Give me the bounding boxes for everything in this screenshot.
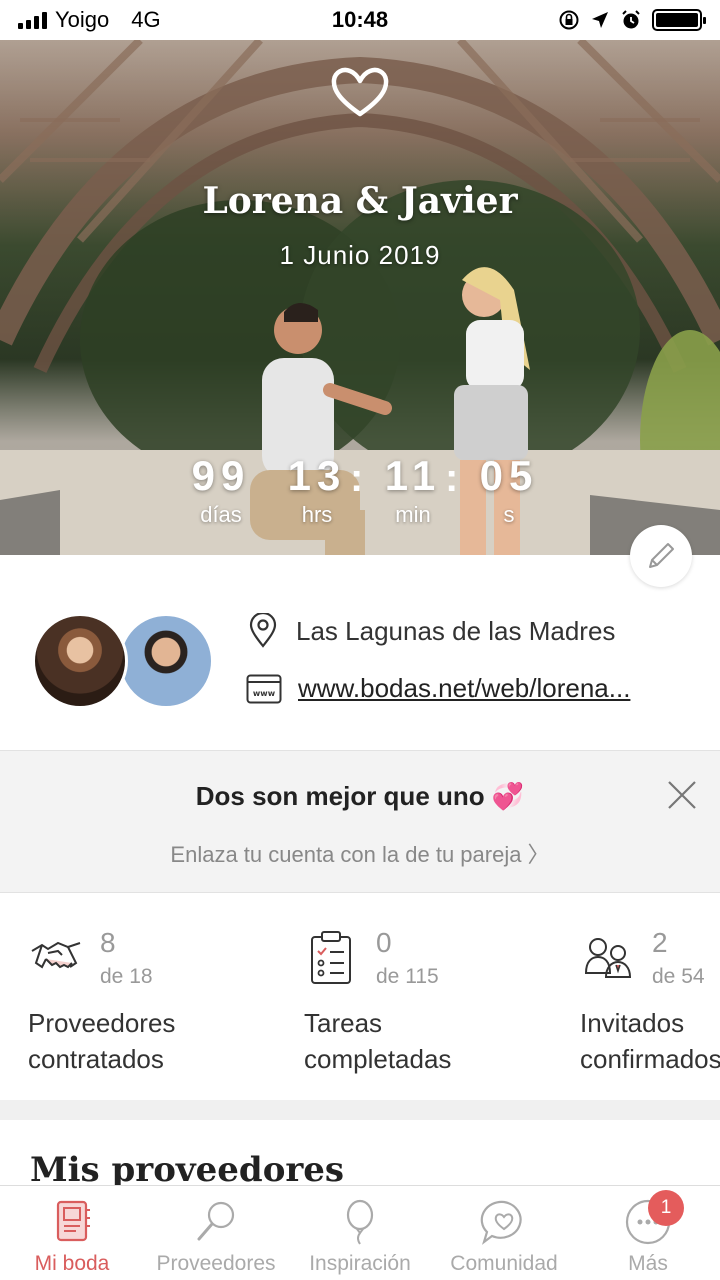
stat-label-line: contratados <box>28 1044 164 1074</box>
search-icon <box>197 1201 235 1241</box>
stat-label-line: confirmados <box>580 1044 720 1074</box>
tab-label: Proveedores <box>156 1252 276 1275</box>
balloon-icon <box>346 1199 374 1245</box>
chat-heart-icon <box>480 1200 522 1245</box>
tab-label: Inspiración <box>309 1252 411 1275</box>
countdown-hours: 13 hrs <box>276 452 358 528</box>
stat-label-line: Proveedores <box>28 1008 176 1038</box>
close-icon[interactable] <box>666 779 698 811</box>
countdown-hours-label: hrs <box>301 502 333 527</box>
tab-inspiracion[interactable]: Inspiración <box>288 1186 432 1280</box>
status-right <box>442 9 706 31</box>
carrier-name: Yoigo <box>55 7 110 32</box>
notification-badge: 1 <box>648 1190 684 1226</box>
countdown-days-label: días <box>200 502 242 527</box>
wedding-date: 1 Junio 2019 <box>279 240 441 270</box>
notebook-icon <box>56 1200 90 1242</box>
stat-guests-value: 2 <box>652 927 668 958</box>
orientation-lock-icon <box>559 10 579 30</box>
countdown-seconds-value: 05 <box>479 452 539 499</box>
web-icon: www <box>246 674 282 703</box>
stat-vendors-value: 8 <box>100 927 116 958</box>
tab-mi-boda[interactable]: Mi boda <box>0 1186 144 1280</box>
bottom-tab-bar: Mi boda Proveedores Inspiración Comunida… <box>0 1185 720 1280</box>
my-vendors-title: Mis proveedores <box>30 1150 345 1190</box>
link-partner-banner[interactable]: Dos son mejor que uno 💞 Enlaza tu cuenta… <box>0 750 720 893</box>
countdown-days: 99 días <box>180 452 262 528</box>
stat-tasks-value: 0 <box>376 927 392 958</box>
tab-label: Más <box>628 1252 668 1275</box>
wedding-website-link[interactable]: www.bodas.net/web/lorena... <box>298 673 630 704</box>
website-row[interactable]: www www.bodas.net/web/lorena... <box>246 673 630 704</box>
countdown-seconds: 05 s <box>468 452 550 528</box>
countdown-separator: : <box>350 456 364 500</box>
checklist-icon <box>311 931 351 984</box>
guests-icon <box>584 938 632 978</box>
stat-label-line: completadas <box>304 1044 452 1074</box>
location-row[interactable]: Las Lagunas de las Madres <box>246 613 615 649</box>
tab-proveedores[interactable]: Proveedores <box>144 1186 288 1280</box>
section-divider <box>0 1100 720 1120</box>
clock: 10:48 <box>331 7 389 32</box>
alarm-icon <box>622 10 640 29</box>
wedding-stats: 8 de 18 Proveedores contratados 0 de 115… <box>0 895 720 1100</box>
countdown-hours-value: 13 <box>287 452 347 499</box>
stat-vendors-label: Proveedores contratados <box>28 1005 175 1077</box>
location-arrow-icon <box>592 12 608 28</box>
countdown: 99 días 13 hrs 11 min 05 s : : <box>180 452 550 528</box>
hero-cover-photo: Lorena & Javier 1 Junio 2019 99 días 13 … <box>0 40 720 555</box>
tab-comunidad[interactable]: Comunidad <box>432 1186 576 1280</box>
couple-names: Lorena & Javier <box>202 180 518 222</box>
countdown-minutes-value: 11 <box>384 452 442 499</box>
tab-label: Mi boda <box>34 1252 110 1275</box>
stat-vendors-total: de 18 <box>100 965 153 988</box>
svg-text:www: www <box>253 689 276 698</box>
link-account-link[interactable]: Enlaza tu cuenta con la de tu pareja 〉 <box>0 837 720 869</box>
stat-guests-label: Invitados confirmados <box>580 1005 720 1077</box>
tab-label: Comunidad <box>450 1252 558 1275</box>
countdown-seconds-label: s <box>503 502 515 527</box>
stat-guests-total: de 54 <box>652 965 705 988</box>
avatar-groom[interactable] <box>118 613 214 709</box>
stat-label-line: Tareas <box>304 1008 383 1038</box>
pencil-icon <box>649 543 674 568</box>
battery-icon <box>652 9 706 31</box>
countdown-minutes: 11 min <box>372 452 454 528</box>
wedding-profile: Las Lagunas de las Madres www www.bodas.… <box>0 555 720 750</box>
location-pin-icon <box>249 613 277 648</box>
signal-icon <box>18 11 47 29</box>
edit-cover-button[interactable] <box>630 525 692 587</box>
stat-label-line: Invitados <box>580 1008 685 1038</box>
stat-tasks-total: de 115 <box>376 965 439 988</box>
heart-logo-icon <box>331 67 389 117</box>
wedding-location: Las Lagunas de las Madres <box>296 615 616 646</box>
status-left: Yoigo 4G <box>18 7 278 33</box>
countdown-minutes-label: min <box>395 502 431 527</box>
network-type: 4G <box>131 7 161 32</box>
status-bar: Yoigo 4G 10:48 <box>0 0 720 40</box>
avatar-bride[interactable] <box>32 613 128 709</box>
tab-mas[interactable]: Más 1 <box>576 1186 720 1280</box>
stat-tasks-label: Tareas completadas <box>304 1005 451 1077</box>
banner-title: Dos son mejor que uno 💞 <box>195 781 525 811</box>
handshake-icon <box>31 941 81 969</box>
countdown-separator: : <box>445 456 459 500</box>
countdown-days-value: 99 <box>191 452 251 499</box>
